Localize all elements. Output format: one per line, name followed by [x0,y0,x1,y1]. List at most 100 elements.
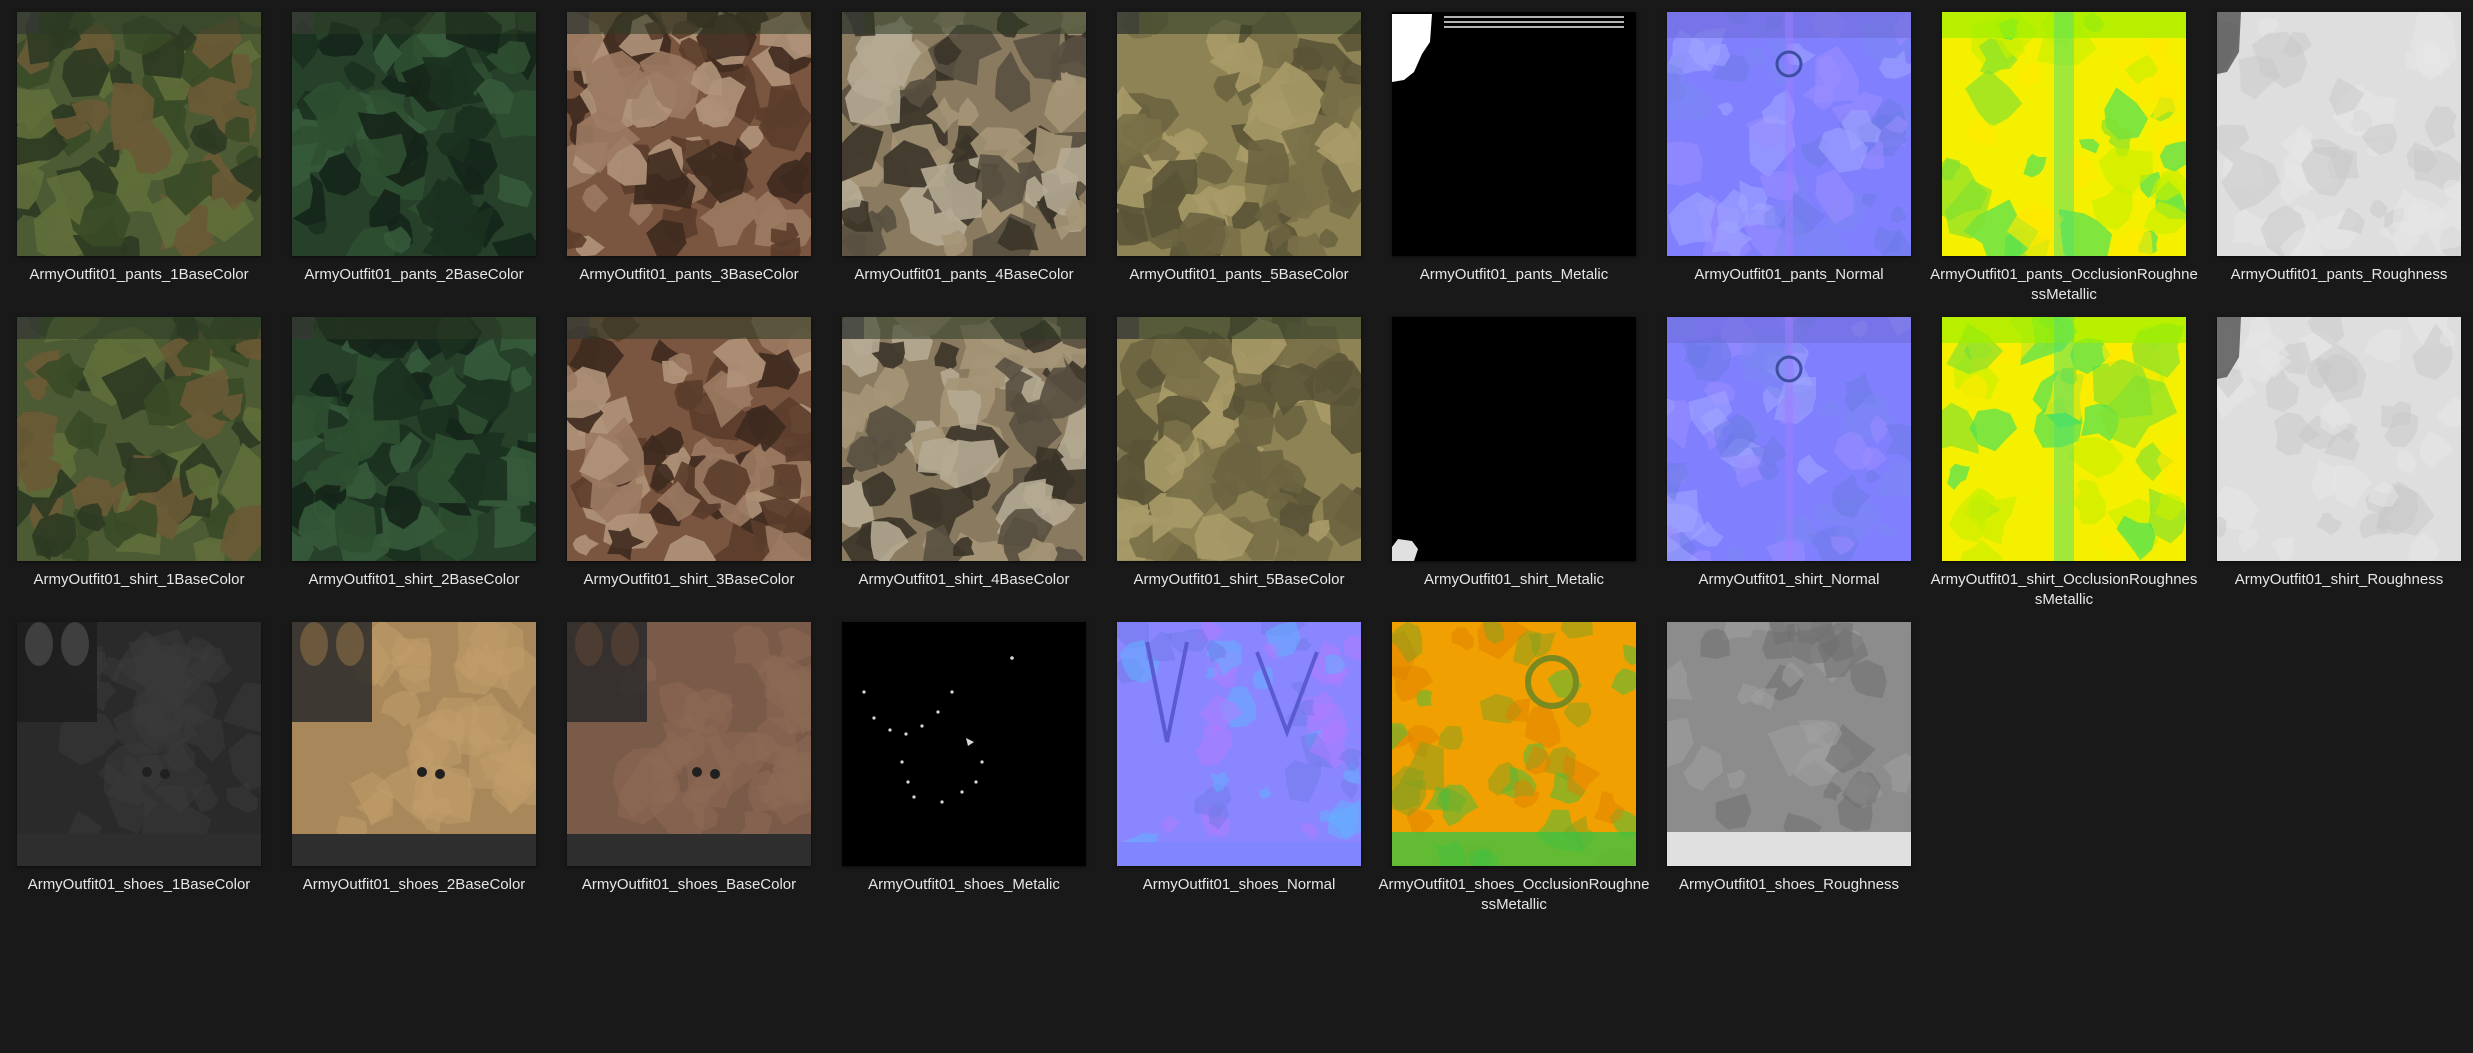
texture-preview [1667,622,1911,866]
file-item[interactable]: ArmyOutfit01_pants_Roughness [2217,12,2473,307]
file-thumbnail[interactable] [842,622,1086,866]
file-name-label[interactable]: ArmyOutfit01_pants_Metalic [1378,265,1650,285]
file-thumbnail[interactable] [1117,317,1361,561]
file-item[interactable]: ArmyOutfit01_pants_OcclusionRoughnessMet… [1930,12,2217,307]
file-name-label[interactable]: ArmyOutfit01_pants_Roughness [2203,265,2473,285]
file-thumbnail[interactable] [2217,317,2461,561]
file-name-label[interactable]: ArmyOutfit01_shoes_1BaseColor [3,875,275,895]
file-name-label[interactable]: ArmyOutfit01_shirt_Metalic [1378,570,1650,590]
texture-preview [1117,12,1361,256]
file-thumbnail[interactable] [1117,622,1361,866]
texture-preview [2217,317,2461,561]
file-name-label[interactable]: ArmyOutfit01_pants_3BaseColor [553,265,825,285]
file-thumbnail[interactable] [17,317,261,561]
texture-preview [1667,317,1911,561]
texture-preview [292,317,536,561]
file-thumbnail[interactable] [292,622,536,866]
file-name-label[interactable]: ArmyOutfit01_pants_5BaseColor [1103,265,1375,285]
texture-preview [567,317,811,561]
texture-preview [842,12,1086,256]
file-name-label[interactable]: ArmyOutfit01_shirt_3BaseColor [553,570,825,590]
file-thumbnail[interactable] [842,317,1086,561]
file-item[interactable]: ArmyOutfit01_shirt_1BaseColor [17,317,292,612]
file-item[interactable]: ArmyOutfit01_pants_4BaseColor [842,12,1117,307]
file-thumbnail[interactable] [17,622,261,866]
texture-preview [17,317,261,561]
file-thumbnail[interactable] [1117,12,1361,256]
file-item[interactable]: ArmyOutfit01_shirt_2BaseColor [292,317,567,612]
file-name-label[interactable]: ArmyOutfit01_shirt_OcclusionRoughnessMet… [1928,570,2200,610]
texture-preview [17,12,261,256]
file-name-label[interactable]: ArmyOutfit01_shirt_Normal [1653,570,1925,590]
texture-preview [1117,317,1361,561]
file-item[interactable]: ArmyOutfit01_pants_Normal [1667,12,1942,307]
file-item[interactable]: ArmyOutfit01_shoes_1BaseColor [17,622,292,917]
texture-preview [1667,12,1911,256]
file-name-label[interactable]: ArmyOutfit01_shoes_OcclusionRoughnessMet… [1378,875,1650,915]
file-name-label[interactable]: ArmyOutfit01_pants_OcclusionRoughnessMet… [1928,265,2200,305]
file-name-label[interactable]: ArmyOutfit01_shoes_BaseColor [553,875,825,895]
texture-preview [842,317,1086,561]
file-name-label[interactable]: ArmyOutfit01_shoes_Metalic [828,875,1100,895]
file-thumbnail[interactable] [292,12,536,256]
file-thumbnail[interactable] [1667,317,1911,561]
texture-preview [1117,622,1361,866]
texture-preview [567,12,811,256]
file-item[interactable]: ArmyOutfit01_pants_5BaseColor [1117,12,1392,307]
file-item[interactable]: ArmyOutfit01_shoes_Roughness [1667,622,1942,917]
file-item[interactable]: ArmyOutfit01_pants_1BaseColor [17,12,292,307]
file-name-label[interactable]: ArmyOutfit01_pants_4BaseColor [828,265,1100,285]
file-name-label[interactable]: ArmyOutfit01_shirt_4BaseColor [828,570,1100,590]
texture-preview [17,622,261,866]
file-thumbnail[interactable] [1392,622,1636,866]
file-item[interactable]: ArmyOutfit01_shirt_Metalic [1392,317,1667,612]
file-name-label[interactable]: ArmyOutfit01_pants_Normal [1653,265,1925,285]
file-thumbnail[interactable] [1942,317,2186,561]
file-item[interactable]: ArmyOutfit01_shoes_2BaseColor [292,622,567,917]
file-name-label[interactable]: ArmyOutfit01_shoes_2BaseColor [278,875,550,895]
file-item[interactable]: ArmyOutfit01_pants_2BaseColor [292,12,567,307]
file-thumbnail[interactable] [567,12,811,256]
file-name-label[interactable]: ArmyOutfit01_shoes_Roughness [1653,875,1925,895]
file-item[interactable]: ArmyOutfit01_shirt_5BaseColor [1117,317,1392,612]
file-name-label[interactable]: ArmyOutfit01_shoes_Normal [1103,875,1375,895]
file-name-label[interactable]: ArmyOutfit01_shirt_1BaseColor [3,570,275,590]
texture-preview [567,622,811,866]
file-thumbnail[interactable] [567,317,811,561]
file-thumbnail[interactable] [1392,317,1636,561]
texture-preview [842,622,1086,866]
file-thumbnail[interactable] [292,317,536,561]
file-grid: ArmyOutfit01_pants_1BaseColor ArmyOutfit0… [0,0,2473,1053]
file-item[interactable]: ArmyOutfit01_shoes_Normal [1117,622,1392,917]
file-name-label[interactable]: ArmyOutfit01_shirt_5BaseColor [1103,570,1375,590]
file-thumbnail[interactable] [1942,12,2186,256]
file-item[interactable]: ArmyOutfit01_shoes_Metalic [842,622,1117,917]
file-item[interactable]: ArmyOutfit01_shirt_OcclusionRoughnessMet… [1931,317,2217,612]
file-item[interactable]: ArmyOutfit01_shirt_4BaseColor [842,317,1117,612]
texture-preview [1392,317,1636,561]
file-thumbnail[interactable] [1667,622,1911,866]
file-item[interactable]: ArmyOutfit01_shirt_Normal [1667,317,1942,612]
texture-preview [1942,317,2186,561]
texture-preview [2217,12,2461,256]
file-thumbnail[interactable] [1392,12,1636,256]
file-item[interactable]: ArmyOutfit01_shirt_Roughness [2217,317,2473,612]
file-item[interactable]: ArmyOutfit01_shirt_3BaseColor [567,317,842,612]
file-item[interactable]: ArmyOutfit01_shoes_OcclusionRoughnessMet… [1379,622,1667,917]
file-thumbnail[interactable] [17,12,261,256]
file-item[interactable]: ArmyOutfit01_pants_3BaseColor [567,12,842,307]
texture-preview [292,12,536,256]
file-thumbnail[interactable] [2217,12,2461,256]
file-thumbnail[interactable] [842,12,1086,256]
file-item[interactable]: ArmyOutfit01_shoes_BaseColor [567,622,842,917]
file-thumbnail[interactable] [1667,12,1911,256]
file-name-label[interactable]: ArmyOutfit01_shirt_2BaseColor [278,570,550,590]
file-name-label[interactable]: ArmyOutfit01_pants_2BaseColor [278,265,550,285]
file-name-label[interactable]: ArmyOutfit01_shirt_Roughness [2203,570,2473,590]
texture-preview [1942,12,2186,256]
file-thumbnail[interactable] [567,622,811,866]
texture-preview [292,622,536,866]
file-item[interactable]: ArmyOutfit01_pants_Metalic [1392,12,1667,307]
file-name-label[interactable]: ArmyOutfit01_pants_1BaseColor [3,265,275,285]
texture-preview [1392,12,1636,256]
